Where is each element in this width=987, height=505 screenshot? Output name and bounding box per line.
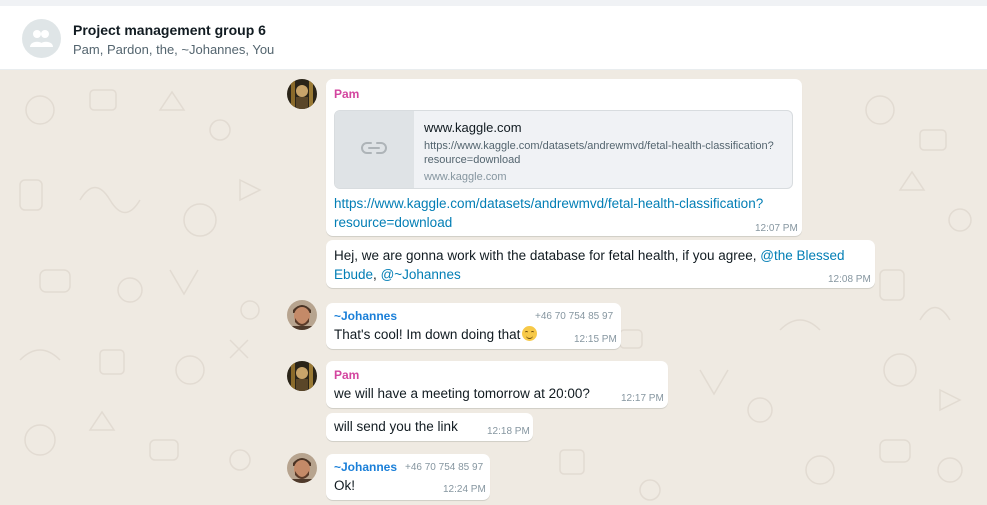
message-text: will send you the link — [334, 419, 458, 434]
sender-name[interactable]: Pam — [334, 87, 359, 101]
mention-blessed[interactable]: @the Blessed — [760, 248, 844, 263]
chat-participants[interactable]: Pam, Pardon, the, ~Johannes, You — [73, 42, 274, 57]
avatar-pam[interactable] — [287, 79, 317, 109]
preview-title: www.kaggle.com — [424, 120, 522, 135]
avatar-johannes[interactable] — [287, 300, 317, 330]
message-text: Hej, we are gonna work with the database… — [334, 246, 864, 284]
message-text: we will have a meeting tomorrow at 20:00… — [334, 386, 590, 401]
sender-name[interactable]: Pam — [334, 368, 359, 382]
link-preview[interactable]: www.kaggle.com https://www.kaggle.com/da… — [334, 110, 793, 189]
sender-phone: +46 70 754 85 97 — [405, 462, 484, 473]
message-list[interactable]: Pam www.kaggle.com https://www.kaggle.co… — [0, 70, 987, 505]
chat-title[interactable]: Project management group 6 — [73, 22, 266, 38]
sender-name[interactable]: ~Johannes — [334, 460, 397, 474]
sender-name[interactable]: ~Johannes — [334, 309, 397, 323]
avatar-pam[interactable] — [287, 361, 317, 391]
message-link[interactable]: https://www.kaggle.com/datasets/andrewmv… — [334, 194, 763, 232]
message-time: 12:08 PM — [828, 274, 871, 285]
message-time: 12:24 PM — [443, 484, 486, 495]
group-icon — [30, 30, 53, 47]
message-time: 12:07 PM — [755, 223, 798, 234]
relieved-face-emoji — [522, 326, 538, 341]
link-line-2[interactable]: resource=download — [334, 215, 452, 230]
group-avatar[interactable] — [22, 19, 61, 58]
message-text: Ok! — [334, 478, 356, 493]
text-part: That's cool! Im down doing that — [334, 327, 521, 342]
message-time: 12:18 PM — [487, 426, 530, 437]
message-text: That's cool! Im down doing that — [334, 325, 538, 344]
avatar-johannes[interactable] — [287, 453, 317, 483]
mention-johannes[interactable]: @~Johannes — [381, 267, 461, 282]
preview-description: https://www.kaggle.com/datasets/andrewmv… — [424, 140, 774, 166]
chat-header[interactable]: Project management group 6 Pam, Pardon, … — [0, 6, 987, 70]
message-time: 12:17 PM — [621, 393, 664, 404]
link-icon — [361, 142, 387, 154]
mention-separator: , — [373, 267, 381, 282]
sender-phone: +46 70 754 85 97 — [535, 311, 614, 322]
preview-domain: www.kaggle.com — [424, 171, 507, 183]
link-line-1[interactable]: https://www.kaggle.com/datasets/andrewmv… — [334, 196, 763, 211]
text-part: Hej, we are gonna work with the database… — [334, 248, 761, 263]
mention-blessed-cont[interactable]: Ebude — [334, 267, 373, 282]
message-time: 12:15 PM — [574, 334, 617, 345]
preview-thumbnail — [335, 111, 414, 188]
